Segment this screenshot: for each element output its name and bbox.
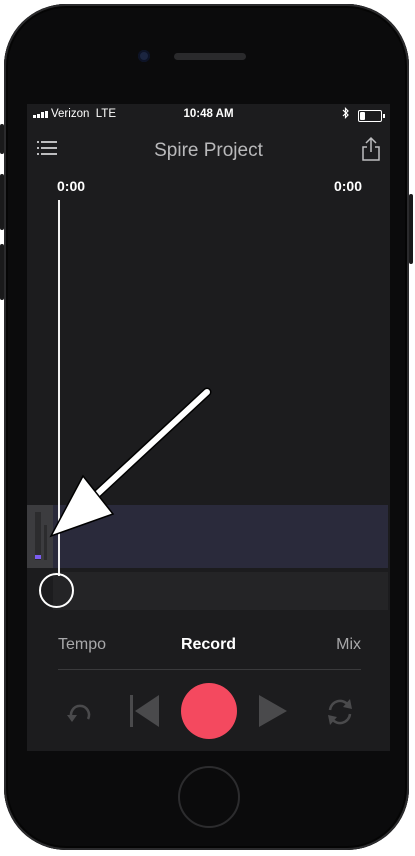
- play-icon[interactable]: [259, 695, 287, 732]
- mute-switch: [0, 124, 4, 154]
- volume-down-button: [0, 244, 4, 300]
- front-camera: [138, 50, 150, 62]
- earpiece-speaker: [174, 53, 246, 60]
- volume-up-button: [0, 174, 4, 230]
- tab-mix[interactable]: Mix: [336, 636, 361, 654]
- tabs-divider: [58, 669, 361, 670]
- transport-controls: [27, 679, 390, 743]
- mode-tabs: Tempo Record Mix: [27, 626, 390, 666]
- undo-icon[interactable]: [64, 701, 94, 730]
- loop-icon[interactable]: [325, 697, 355, 732]
- record-button[interactable]: [181, 683, 237, 739]
- skip-back-icon[interactable]: [130, 695, 160, 732]
- app-screen: Verizon LTE 10:48 AM Spire Project 0:00 …: [27, 104, 390, 751]
- home-button[interactable]: [178, 766, 240, 828]
- power-button: [409, 194, 413, 264]
